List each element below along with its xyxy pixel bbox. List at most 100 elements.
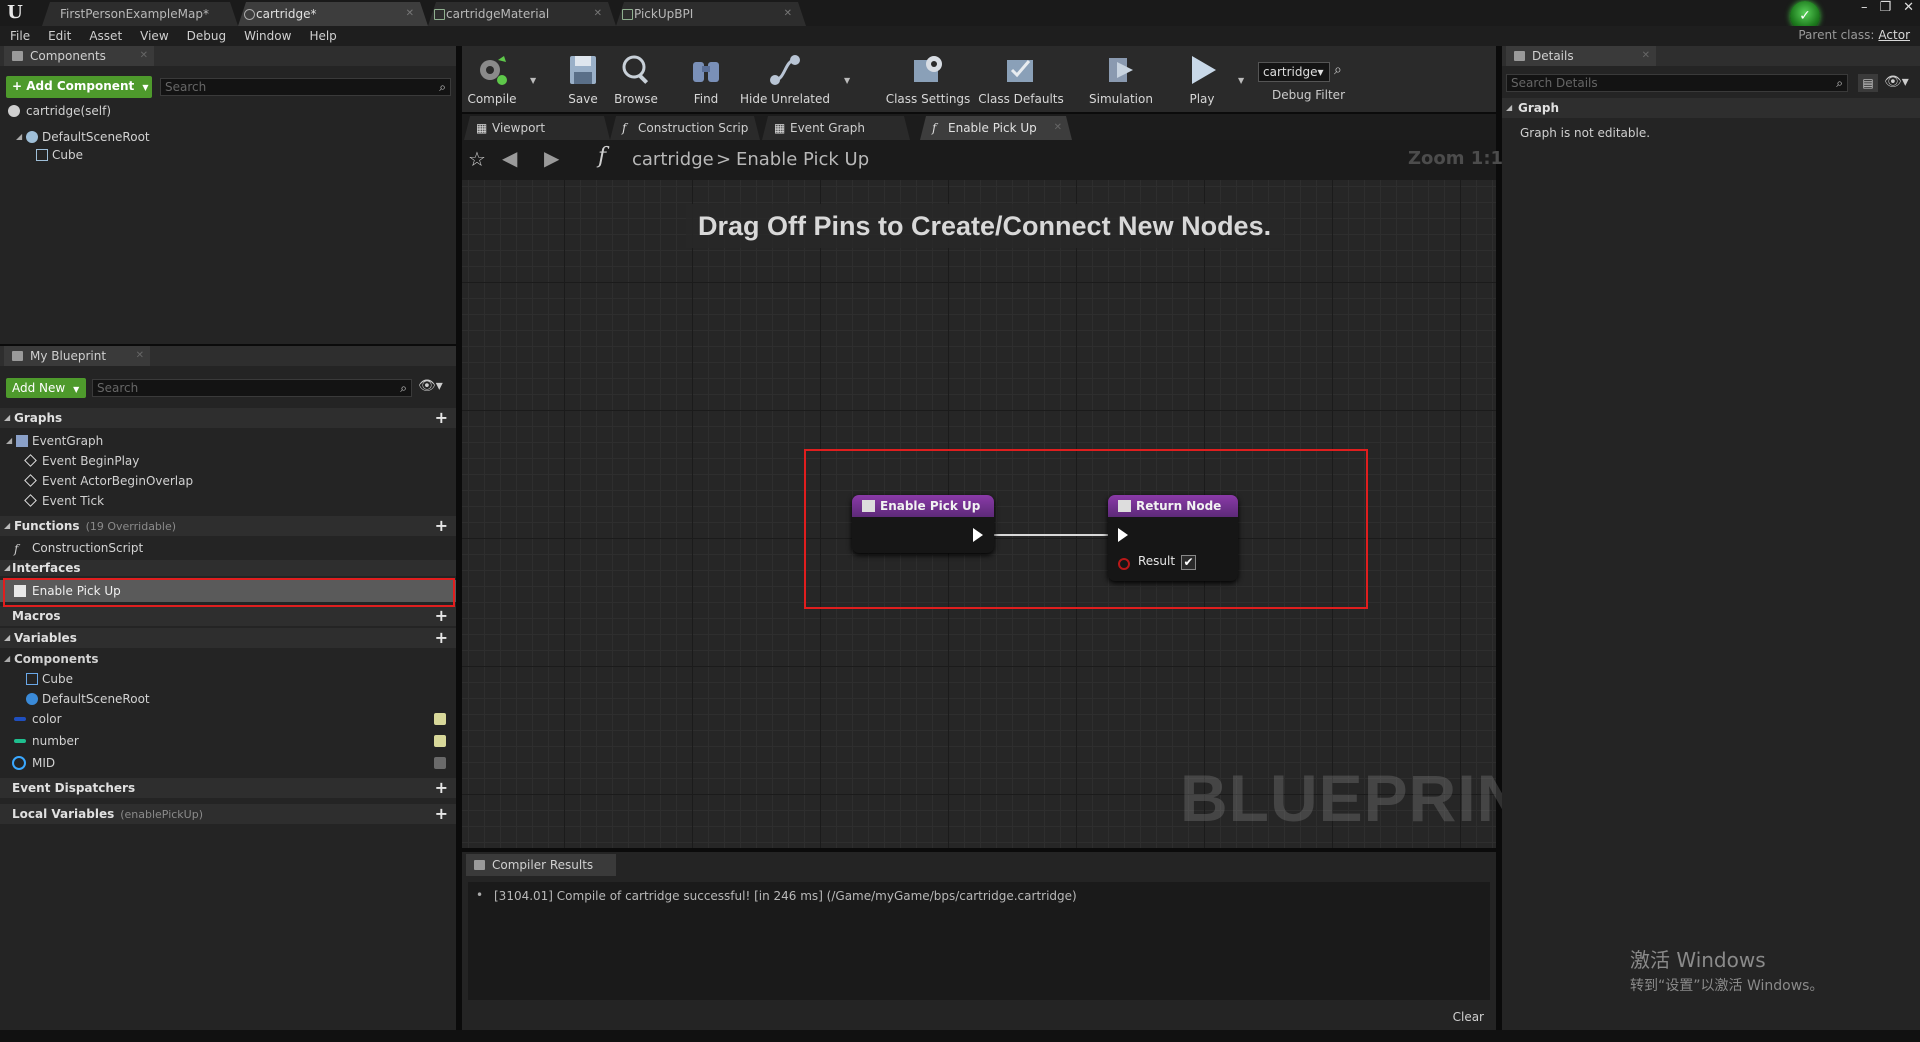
- material-icon: [434, 9, 445, 20]
- class-settings-button[interactable]: Class Settings: [882, 46, 974, 112]
- components-search-input[interactable]: Search ⌕: [160, 78, 451, 96]
- property-matrix-icon[interactable]: ▤: [1858, 74, 1878, 92]
- category-event-dispatchers[interactable]: Event Dispatchers +: [0, 778, 456, 798]
- add-macro-plus-icon[interactable]: +: [435, 606, 448, 626]
- compile-options-chevron-icon[interactable]: ▼: [530, 76, 536, 85]
- tree-item-cube[interactable]: Cube: [0, 146, 456, 164]
- close-icon[interactable]: ✕: [140, 46, 148, 66]
- category-local-variables[interactable]: Local Variables (enablePickUp) +: [0, 804, 456, 824]
- tree-item-var-defaultsceneroot[interactable]: DefaultSceneRoot: [0, 690, 456, 708]
- collapse-triangle-icon[interactable]: ◢: [4, 560, 10, 576]
- tab-viewport[interactable]: ▦ Viewport: [464, 116, 610, 140]
- collapse-triangle-icon[interactable]: ◢: [4, 408, 10, 428]
- menu-view[interactable]: View: [140, 26, 178, 46]
- collapse-triangle-icon[interactable]: ◢: [6, 432, 12, 450]
- category-functions[interactable]: ◢ Functions (19 Overridable) +: [0, 516, 456, 536]
- compiler-results-tab[interactable]: Compiler Results: [466, 854, 616, 876]
- close-icon[interactable]: ✕: [136, 346, 144, 366]
- close-icon[interactable]: ✕: [1054, 116, 1062, 140]
- simulation-button[interactable]: Simulation: [1078, 46, 1164, 112]
- category-variables[interactable]: ◢ Variables +: [0, 628, 456, 648]
- collapse-triangle-icon[interactable]: ◢: [4, 628, 10, 648]
- compiler-icon: [474, 860, 485, 870]
- find-button[interactable]: Find: [678, 46, 734, 112]
- add-dispatcher-plus-icon[interactable]: +: [435, 778, 448, 798]
- menu-window[interactable]: Window: [244, 26, 301, 46]
- maximize-icon[interactable]: ❐: [1879, 0, 1891, 20]
- close-icon[interactable]: ✕: [784, 2, 792, 26]
- debug-object-select[interactable]: cartridge▾: [1258, 62, 1330, 82]
- category-interfaces[interactable]: ◢ Interfaces: [0, 560, 456, 576]
- close-icon[interactable]: ✕: [594, 2, 602, 26]
- tree-item-event-tick[interactable]: Event Tick: [0, 492, 456, 510]
- doc-tab-pickupbpi[interactable]: PickUpBPI ✕: [616, 2, 806, 26]
- doc-tab-cartridge[interactable]: cartridge* ✕: [238, 2, 428, 26]
- collapse-triangle-icon[interactable]: ◢: [16, 128, 22, 146]
- clear-button[interactable]: Clear: [1453, 1010, 1484, 1024]
- doc-tab-material[interactable]: cartridgeMaterial ✕: [428, 2, 616, 26]
- add-variable-plus-icon[interactable]: +: [435, 628, 448, 648]
- tab-construction-script[interactable]: f Construction Scrip: [610, 116, 760, 140]
- tree-item-components-group[interactable]: ◢ Components: [0, 650, 456, 668]
- play-button[interactable]: Play: [1174, 46, 1230, 112]
- hide-unrelated-button[interactable]: Hide Unrelated: [740, 46, 830, 112]
- menu-asset[interactable]: Asset: [89, 26, 132, 46]
- play-options-chevron-icon[interactable]: ▼: [1238, 76, 1244, 85]
- doc-tab-map[interactable]: FirstPersonExampleMap*: [42, 2, 238, 26]
- menu-edit[interactable]: Edit: [48, 26, 81, 46]
- visibility-eye-icon[interactable]: [434, 735, 446, 747]
- close-icon[interactable]: ✕: [1642, 46, 1650, 66]
- add-graph-plus-icon[interactable]: +: [435, 408, 448, 428]
- back-arrow-icon[interactable]: ◀: [502, 146, 517, 170]
- category-graphs[interactable]: ◢ Graphs +: [0, 408, 456, 428]
- add-new-button[interactable]: Add New ▼: [6, 378, 86, 398]
- forward-arrow-icon[interactable]: ▶: [544, 146, 559, 170]
- category-macros[interactable]: Macros +: [0, 606, 456, 626]
- components-tab[interactable]: Components ✕: [4, 46, 154, 66]
- compile-button[interactable]: Compile: [462, 46, 522, 112]
- tab-enable-pick-up[interactable]: f Enable Pick Up ✕: [920, 116, 1072, 140]
- debug-search-icon[interactable]: ⌕: [1334, 62, 1342, 78]
- parent-class-link[interactable]: Actor: [1878, 28, 1910, 42]
- hide-unrelated-chevron-icon[interactable]: ▼: [844, 76, 850, 85]
- menu-debug[interactable]: Debug: [187, 26, 236, 46]
- visibility-eye-icon[interactable]: [434, 713, 446, 725]
- tree-item-self[interactable]: cartridge(self): [0, 102, 456, 120]
- visibility-eye-icon[interactable]: [434, 757, 446, 769]
- details-section-graph[interactable]: ◢ Graph: [1502, 98, 1920, 118]
- tree-item-eventgraph[interactable]: ◢ EventGraph: [0, 432, 456, 450]
- collapse-triangle-icon[interactable]: ◢: [1506, 98, 1512, 118]
- collapse-triangle-icon[interactable]: ◢: [4, 650, 10, 668]
- favorite-star-icon[interactable]: ☆: [468, 147, 486, 171]
- variable-row-number[interactable]: number: [0, 732, 456, 750]
- add-local-variable-plus-icon[interactable]: +: [435, 804, 448, 824]
- tab-event-graph[interactable]: ▦ Event Graph: [762, 116, 910, 140]
- blueprint-search-input[interactable]: Search ⌕: [92, 379, 412, 397]
- browse-button[interactable]: Browse: [608, 46, 664, 112]
- close-window-icon[interactable]: ✕: [1903, 0, 1914, 20]
- log-bullet: •: [476, 888, 484, 902]
- tree-item-constructionscript[interactable]: f ConstructionScript: [0, 539, 456, 557]
- tree-item-event-beginplay[interactable]: Event BeginPlay: [0, 452, 456, 470]
- minimize-icon[interactable]: –: [1861, 0, 1868, 20]
- add-function-plus-icon[interactable]: +: [435, 516, 448, 536]
- view-options-eye-icon[interactable]: 👁▾: [418, 378, 443, 394]
- class-defaults-button[interactable]: Class Defaults: [974, 46, 1068, 112]
- view-options-eye-icon[interactable]: 👁▾: [1884, 74, 1909, 90]
- tree-item-event-actorbeginoverlap[interactable]: Event ActorBeginOverlap: [0, 472, 456, 490]
- variable-row-color[interactable]: color: [0, 710, 456, 728]
- breadcrumb-root[interactable]: cartridge: [632, 149, 714, 170]
- variable-row-mid[interactable]: MID: [0, 754, 456, 772]
- collapse-triangle-icon[interactable]: ◢: [4, 516, 10, 536]
- menu-file[interactable]: File: [10, 26, 40, 46]
- my-blueprint-tab[interactable]: My Blueprint ✕: [4, 346, 150, 366]
- save-button[interactable]: Save: [558, 46, 608, 112]
- simulation-icon: [1109, 58, 1133, 82]
- menu-help[interactable]: Help: [309, 26, 346, 46]
- details-tab[interactable]: Details ✕: [1506, 46, 1656, 66]
- add-component-button[interactable]: + Add Component ▼: [6, 76, 152, 98]
- close-icon[interactable]: ✕: [406, 2, 414, 26]
- details-search-input[interactable]: Search Details ⌕: [1506, 74, 1848, 92]
- tree-item-defaultsceneroot[interactable]: ◢ DefaultSceneRoot: [0, 128, 456, 146]
- tree-item-var-cube[interactable]: Cube: [0, 670, 456, 688]
